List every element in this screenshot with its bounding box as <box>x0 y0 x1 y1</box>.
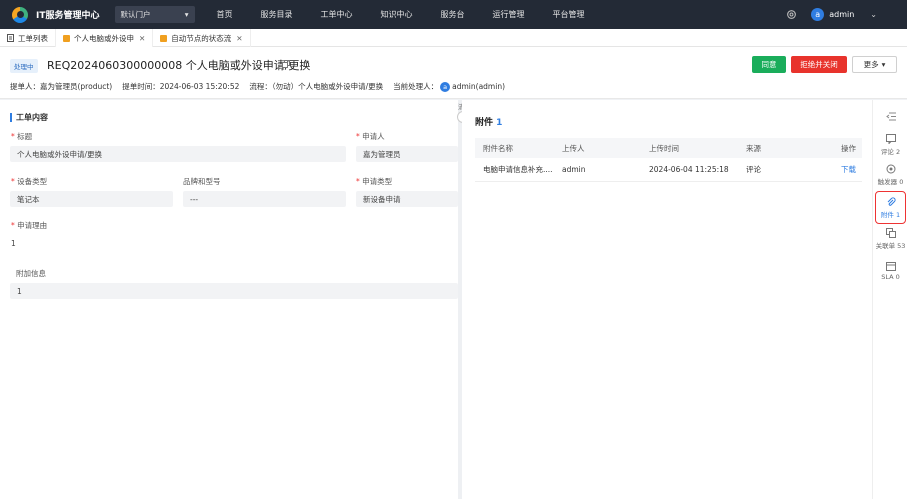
app-name: IT服务管理中心 <box>36 11 100 21</box>
nav-item-knowledge[interactable]: 知识中心 <box>381 9 413 20</box>
table-row: 电脑申请信息补充.... admin 2024-06-04 11:25:18 评… <box>475 158 862 182</box>
reject-close-button[interactable]: 拒绝并关闭 <box>791 56 847 73</box>
field-label-brand: 品牌和型号 <box>183 177 221 186</box>
reason-value: 1 <box>11 239 16 248</box>
nav-item-platform[interactable]: 平台管理 <box>553 9 585 20</box>
close-icon[interactable]: ✕ <box>236 34 242 43</box>
field-label-device: * 设备类型 <box>11 177 48 186</box>
chevron-down-icon: ▾ <box>881 60 886 69</box>
nav-item-ticket-center[interactable]: 工单中心 <box>321 9 353 20</box>
attachment-uploader: admin <box>562 165 586 174</box>
field-label-reason: * 申请理由 <box>11 221 48 230</box>
sidebar-item-sla[interactable]: SLA 0 <box>875 256 906 286</box>
sidebar-label: 附件 1 <box>880 210 901 219</box>
sidebar-item-related[interactable]: 关联单 53 <box>875 224 906 254</box>
sla-icon <box>885 261 896 273</box>
sidebar-label: 关联单 53 <box>875 242 906 250</box>
ticket-icon <box>63 34 70 42</box>
attachment-time: 2024-06-04 11:25:18 <box>649 165 729 174</box>
attachment-source: 评论 <box>746 165 761 174</box>
brand-model-field: --- <box>183 191 346 207</box>
flow-name: 流程：（勿动）个人电脑或外设申请/更换 <box>249 82 384 91</box>
ticket-meta: 提单人：嘉为管理员(product) 提单时间：2024-06-03 15:20… <box>10 81 515 92</box>
extra-info-field: 1 <box>10 283 458 299</box>
applicant-field: 嘉为管理员 <box>356 146 458 162</box>
ticket-icon <box>160 34 168 42</box>
submit-time: 提单时间：2024-06-03 15:20:52 <box>122 82 240 91</box>
more-label: 更多 <box>863 60 879 69</box>
collapse-icon <box>885 112 896 123</box>
title-field: 个人电脑或外设申请/更换 <box>10 146 346 162</box>
main-nav: 首页 服务目录 工单中心 知识中心 服务台 运行管理 平台管理 <box>217 9 613 20</box>
handler-name: admin(admin) <box>452 82 505 91</box>
table-header: 附件名称 上传人 上传时间 来源 操作 <box>475 138 862 158</box>
portal-select[interactable]: 默认门户 ▾ <box>114 6 195 23</box>
field-label-extra: 附加信息 <box>16 269 46 278</box>
device-type-field: 笔记本 <box>10 191 173 207</box>
apply-type-field: 新设备申请 <box>356 191 458 207</box>
submitter: 提单人：嘉为管理员(product) <box>10 82 113 91</box>
ticket-form: 工单内容 * 标题 个人电脑或外设申请/更换 * 申请人 嘉为管理员 * 设备类… <box>0 100 458 499</box>
field-label-applicant: * 申请人 <box>356 132 385 141</box>
tab-auto-node[interactable]: 自动节点的状态流 ✕ <box>153 29 251 47</box>
nav-item-service-catalog[interactable]: 服务目录 <box>261 9 293 20</box>
field-label-title: * 标题 <box>11 132 33 141</box>
column-header: 附件名称 <box>483 143 513 153</box>
more-button[interactable]: 更多 ▾ <box>852 56 897 73</box>
gear-icon[interactable] <box>786 9 797 20</box>
panel-title: 附件 1 <box>475 118 503 128</box>
trigger-icon <box>886 164 896 176</box>
portal-select-value: 默认门户 <box>120 10 151 19</box>
download-link[interactable]: 下载 <box>841 165 856 174</box>
avatar[interactable]: a <box>811 8 825 21</box>
paperclip-icon <box>886 196 896 209</box>
column-header: 来源 <box>746 143 761 153</box>
sidebar-item-attachments[interactable]: 附件 1 <box>875 191 906 224</box>
chevron-down-icon[interactable]: ⌄ <box>870 10 877 19</box>
tab-label: 个人电脑或外设申 <box>74 33 134 43</box>
page-title: REQ2024060300000008 个人电脑或外设申请/更换 <box>47 59 311 72</box>
copy-icon[interactable] <box>282 60 290 68</box>
nav-item-service-desk[interactable]: 服务台 <box>441 9 465 20</box>
sidebar-item-collapse[interactable] <box>875 102 906 132</box>
handler-avatar: a <box>440 81 451 92</box>
handler-label: 当前处理人： <box>393 82 439 91</box>
nav-item-home[interactable]: 首页 <box>217 9 233 20</box>
link-icon <box>885 228 896 240</box>
tab-ticket-list[interactable]: 工单列表 <box>0 29 56 47</box>
column-header: 操作 <box>841 143 856 153</box>
top-navbar: IT服务管理中心 默认门户 ▾ 首页 服务目录 工单中心 知识中心 服务台 运行… <box>0 0 907 29</box>
detail-sidebar: 评论 2 触发器 0 附件 1 关联单 53 SLA 0 <box>872 100 907 499</box>
page-tabs: 工单列表 个人电脑或外设申 ✕ 自动节点的状态流 ✕ <box>0 29 907 47</box>
nav-item-operations[interactable]: 运行管理 <box>493 9 525 20</box>
attachments-table: 附件名称 上传人 上传时间 来源 操作 电脑申请信息补充.... admin 2… <box>475 138 862 182</box>
tab-ticket-detail[interactable]: 个人电脑或外设申 ✕ <box>56 29 154 47</box>
section-title: 工单内容 <box>10 113 48 122</box>
approve-button[interactable]: 同意 <box>752 56 786 73</box>
sidebar-label: 触发器 0 <box>877 178 904 186</box>
sidebar-item-comments[interactable]: 评论 2 <box>875 130 906 160</box>
sidebar-item-triggers[interactable]: 触发器 0 <box>875 160 906 190</box>
column-header: 上传时间 <box>649 143 679 153</box>
chevron-down-icon: ▾ <box>184 10 189 19</box>
document-icon <box>7 34 14 42</box>
sidebar-label: SLA 0 <box>881 273 900 281</box>
status-badge: 处理中 <box>10 59 38 73</box>
user-name[interactable]: admin <box>829 10 854 19</box>
field-label-apptype: * 申请类型 <box>356 177 393 186</box>
tab-label: 自动节点的状态流 <box>171 33 232 43</box>
attachments-panel: 附件 1 附件名称 上传人 上传时间 来源 操作 电脑申请信息补充.... ad… <box>462 100 872 499</box>
column-header: 上传人 <box>562 143 585 153</box>
comment-icon <box>885 134 896 146</box>
app-logo <box>12 6 28 23</box>
attachment-name: 电脑申请信息补充.... <box>483 165 553 174</box>
close-icon[interactable]: ✕ <box>139 34 145 43</box>
sidebar-label: 评论 2 <box>880 148 901 156</box>
tab-label: 工单列表 <box>18 33 48 43</box>
ticket-header: 处理中 REQ2024060300000008 个人电脑或外设申请/更换 同意 … <box>0 47 907 99</box>
